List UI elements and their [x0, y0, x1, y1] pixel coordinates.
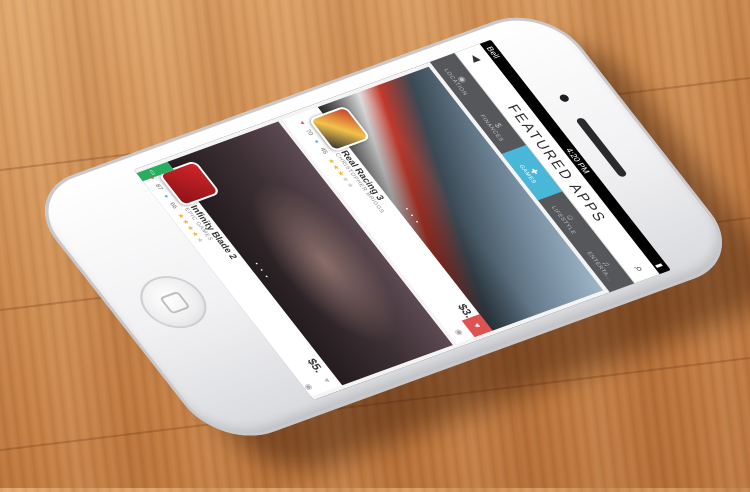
home-button[interactable] [127, 268, 220, 337]
battery-icon: ▮ [654, 261, 666, 269]
phone: Bell 4:20 PM ▮ ◀ FEATURED APPS ⌕ ◉ LOCAT… [20, 2, 750, 486]
likes-count: 87 [153, 183, 164, 192]
home-button-square-icon [159, 290, 191, 315]
eye-icon: ◉ [302, 382, 316, 392]
phone-body: Bell 4:20 PM ▮ ◀ FEATURED APPS ⌕ ◉ LOCAT… [20, 2, 747, 451]
heart-icon: ♥ [321, 376, 333, 384]
eye-icon: ◉ [452, 327, 466, 337]
front-camera [557, 93, 571, 103]
comment-icon: ● [311, 139, 320, 145]
comments-count: 45 [318, 147, 329, 155]
heart-icon: ♥ [147, 175, 156, 181]
likes-count: 70 [303, 128, 314, 137]
comment-icon: ● [161, 193, 170, 200]
comments-count: 66 [167, 201, 178, 210]
heart-icon: ♥ [471, 322, 483, 330]
heart-icon: ♥ [297, 120, 306, 126]
